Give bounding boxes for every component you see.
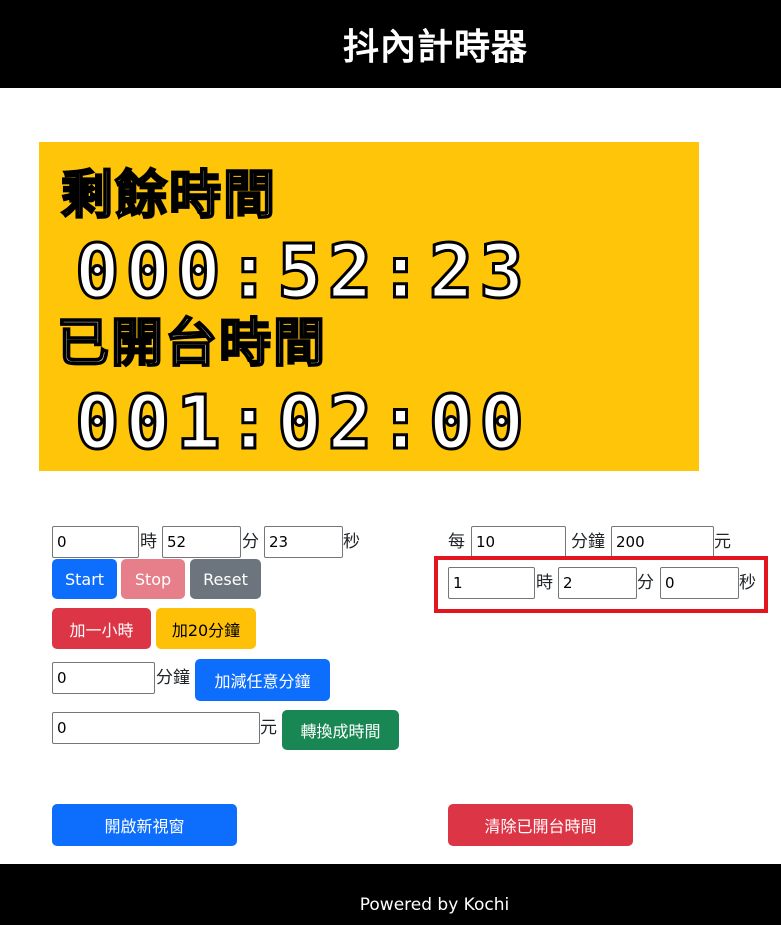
add-one-hour-button[interactable]: 加一小時 — [52, 608, 151, 649]
rate-amount-input[interactable] — [611, 526, 714, 558]
seconds-input[interactable] — [264, 526, 343, 558]
opened-time-label: 已開台時間 — [56, 313, 328, 374]
add-20-minutes-button[interactable]: 加20分鐘 — [156, 608, 256, 649]
opened-seconds-input[interactable] — [660, 567, 739, 599]
hours-input[interactable] — [52, 526, 139, 558]
rate-amount-unit: 元 — [714, 532, 731, 552]
minutes-unit: 分 — [242, 532, 259, 552]
stop-button[interactable]: Stop — [121, 559, 185, 599]
seconds-unit: 秒 — [343, 532, 360, 552]
open-new-window-button[interactable]: 開啟新視窗 — [52, 804, 237, 846]
convert-amount-unit: 元 — [260, 718, 277, 738]
adjust-minutes-unit: 分鐘 — [156, 668, 190, 688]
rate-prefix: 每 — [448, 532, 465, 552]
remaining-time-value: 000:52:23 — [74, 229, 530, 315]
page-footer: Powered by Kochi — [0, 864, 781, 925]
opened-time-value: 001:02:00 — [74, 380, 530, 466]
timer-display: 剩餘時間 000:52:23 已開台時間 001:02:00 — [39, 142, 699, 471]
hours-unit: 時 — [140, 532, 157, 552]
minutes-input[interactable] — [162, 526, 241, 558]
start-button[interactable]: Start — [52, 559, 117, 599]
opened-minutes-unit: 分 — [637, 573, 654, 593]
adjust-minutes-input[interactable] — [52, 662, 155, 694]
clear-opened-time-button[interactable]: 清除已開台時間 — [448, 804, 633, 846]
opened-minutes-input[interactable] — [558, 567, 637, 599]
opened-hours-input[interactable] — [448, 567, 535, 599]
reset-button[interactable]: Reset — [190, 559, 261, 599]
footer-text: Powered by Kochi — [359, 894, 510, 915]
adjust-minutes-button[interactable]: 加減任意分鐘 — [195, 659, 330, 701]
opened-hours-unit: 時 — [536, 573, 553, 593]
page-title: 抖內計時器 — [342, 27, 528, 68]
convert-amount-input[interactable] — [52, 712, 260, 744]
page-header: 抖內計時器 — [0, 0, 781, 88]
rate-minutes-input[interactable] — [471, 526, 566, 558]
convert-to-time-button[interactable]: 轉換成時間 — [282, 710, 399, 750]
rate-minutes-unit: 分鐘 — [571, 532, 605, 552]
remaining-time-label: 剩餘時間 — [60, 165, 278, 226]
opened-seconds-unit: 秒 — [739, 573, 756, 593]
